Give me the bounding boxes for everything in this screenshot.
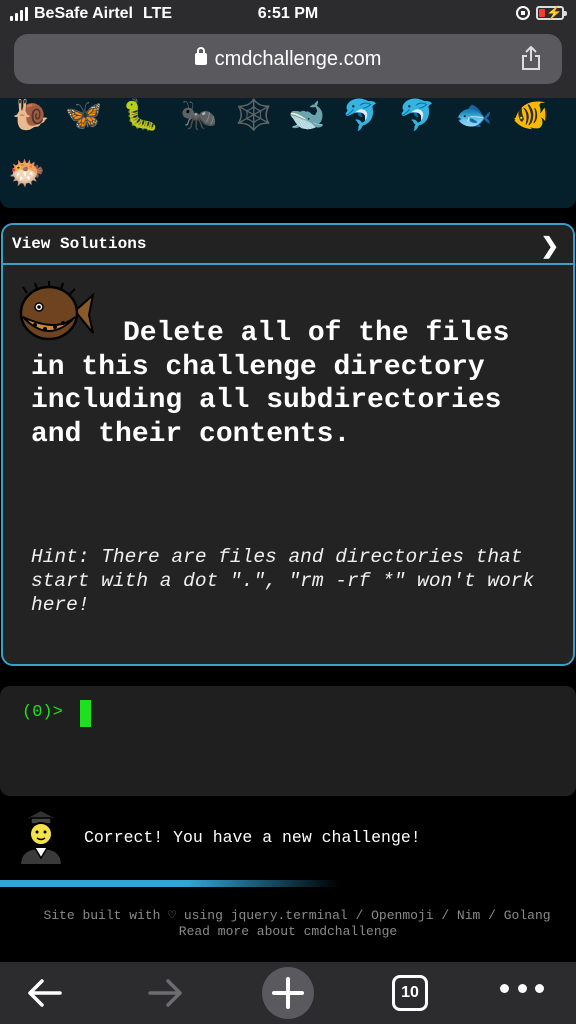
blowfish-icon[interactable]: 🐡: [8, 156, 45, 192]
browser-toolbar: 10: [0, 962, 576, 1024]
tropical-fish-icon[interactable]: 🐠: [512, 98, 549, 134]
more-icon[interactable]: [500, 984, 544, 1000]
terminal-cursor[interactable]: [80, 700, 91, 727]
status-icons: ⚡: [516, 5, 567, 20]
challenge-description: Delete all of the files in this challeng…: [31, 318, 510, 450]
feedback-message: Correct! You have a new challenge!: [0, 800, 576, 880]
footer-read-more-link[interactable]: Read more about cmdchallenge: [0, 924, 576, 940]
plus-icon: [272, 977, 304, 1009]
share-icon[interactable]: [520, 46, 542, 70]
dolphin-icon[interactable]: 🐬: [342, 98, 379, 134]
view-solutions-label[interactable]: View Solutions: [12, 235, 146, 253]
whale-icon[interactable]: 🐋: [288, 98, 325, 134]
url-text: cmdchallenge.com: [214, 48, 382, 70]
browser-address-area: cmdchallenge.com: [0, 30, 576, 98]
address-bar[interactable]: cmdchallenge.com: [14, 34, 562, 84]
terminal-prompt: (0)>: [22, 703, 63, 722]
clock: 6:51 PM: [257, 5, 319, 22]
forward-icon[interactable]: [146, 970, 186, 1016]
message-text: Correct! You have a new challenge!: [84, 828, 421, 847]
dolphin-icon[interactable]: 🐬: [398, 98, 435, 134]
new-tab-button[interactable]: [262, 967, 314, 1019]
back-icon[interactable]: [24, 970, 64, 1016]
lock-icon: [194, 47, 207, 65]
footer-credits[interactable]: Site built with ♡ using jquery.terminal …: [0, 908, 576, 924]
challenge-hint: Hint: There are files and directories th…: [31, 546, 535, 616]
ant-icon[interactable]: 🐜: [180, 98, 217, 134]
caterpillar-icon[interactable]: 🐛: [122, 98, 159, 134]
challenge-panel: View Solutions ❯ Delete all of the files…: [1, 223, 575, 666]
tabs-button[interactable]: 10: [392, 975, 428, 1011]
fish-icon[interactable]: 🐟: [455, 98, 492, 134]
chevron-right-icon[interactable]: ❯: [541, 233, 559, 259]
avatar: [18, 808, 64, 866]
url-display[interactable]: cmdchallenge.com: [14, 47, 562, 71]
status-bar: BeSafe Airtel LTE 6:51 PM ⚡: [0, 0, 576, 30]
snail-icon[interactable]: 🐌: [12, 98, 49, 134]
progress-bar: [0, 880, 340, 887]
view-solutions-header[interactable]: View Solutions ❯: [3, 225, 573, 265]
rotation-lock-icon: [516, 6, 530, 20]
emoji-progress-strip: 🐌 🦋 🐛 🐜 🕸️ 🐋 🐬 🐬 🐟 🐠 🐡: [0, 98, 576, 208]
butterfly-icon[interactable]: 🦋: [65, 98, 102, 134]
terminal[interactable]: (0)>: [0, 686, 576, 796]
spider-web-icon[interactable]: 🕸️: [235, 98, 272, 134]
battery-icon: ⚡: [536, 5, 567, 20]
footer: Site built with ♡ using jquery.terminal …: [0, 908, 576, 940]
